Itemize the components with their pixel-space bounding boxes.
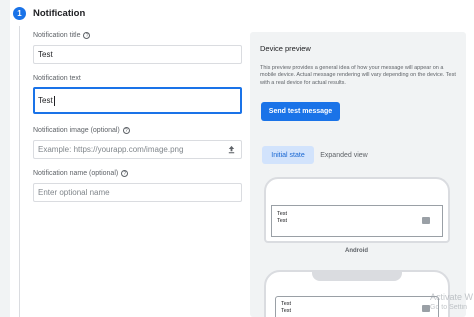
tab-expanded-view[interactable]: Expanded view bbox=[316, 146, 372, 164]
section-title: Notification bbox=[33, 8, 86, 19]
notification-name-label: Notification name (optional) ? bbox=[33, 170, 129, 177]
step-connector-line bbox=[19, 26, 20, 317]
device-preview-description: This preview provides a general idea of … bbox=[260, 65, 456, 86]
android-notification-text: Test bbox=[277, 218, 288, 224]
notification-title-input[interactable]: Test bbox=[33, 45, 242, 64]
text-caret bbox=[53, 95, 55, 106]
notification-name-placeholder: Enter optional name bbox=[38, 188, 110, 197]
notification-name-input[interactable]: Enter optional name bbox=[33, 183, 242, 202]
android-notification-card: Test Test bbox=[271, 205, 443, 237]
tab-initial-state[interactable]: Initial state bbox=[262, 146, 314, 164]
notification-text-label-text: Notification text bbox=[33, 75, 81, 82]
notification-text-value: Test bbox=[38, 96, 53, 105]
left-rail bbox=[0, 0, 10, 317]
notification-image-label-text: Notification image (optional) bbox=[33, 127, 120, 134]
help-circle-icon[interactable]: ? bbox=[121, 170, 129, 177]
ios-notification-card: Test Test bbox=[275, 296, 439, 317]
notification-image-input[interactable]: Example: https://yourapp.com/image.png bbox=[33, 140, 223, 159]
image-icon bbox=[422, 217, 430, 224]
android-phone-frame: Test Test bbox=[264, 177, 450, 243]
image-icon bbox=[422, 305, 430, 312]
upload-image-button[interactable] bbox=[222, 140, 242, 159]
help-circle-icon[interactable]: ? bbox=[83, 32, 91, 39]
notification-title-value: Test bbox=[38, 50, 53, 59]
phone-notch bbox=[312, 271, 402, 281]
android-notification-title: Test bbox=[277, 211, 288, 217]
android-platform-label: Android bbox=[345, 248, 368, 254]
notification-image-placeholder: Example: https://yourapp.com/image.png bbox=[38, 145, 184, 154]
notification-name-label-text: Notification name (optional) bbox=[33, 170, 119, 177]
ios-phone-frame: Test Test bbox=[264, 270, 450, 317]
activate-windows-watermark-sub: Go to Settin bbox=[430, 304, 467, 311]
notification-text-input[interactable]: Test bbox=[33, 87, 242, 114]
step-number-badge: 1 bbox=[13, 7, 26, 20]
notification-title-label: Notification title ? bbox=[33, 32, 91, 39]
ios-notification-text: Test bbox=[281, 308, 292, 314]
send-test-message-button[interactable]: Send test message bbox=[261, 102, 340, 121]
ios-notification-title: Test bbox=[281, 301, 292, 307]
notification-title-label-text: Notification title bbox=[33, 32, 81, 39]
notification-image-label: Notification image (optional) ? bbox=[33, 127, 130, 134]
upload-icon bbox=[228, 145, 235, 154]
notification-text-label: Notification text bbox=[33, 75, 81, 82]
help-circle-icon[interactable]: ? bbox=[122, 127, 130, 134]
activate-windows-watermark: Activate W bbox=[430, 292, 474, 302]
device-preview-title: Device preview bbox=[260, 44, 311, 53]
